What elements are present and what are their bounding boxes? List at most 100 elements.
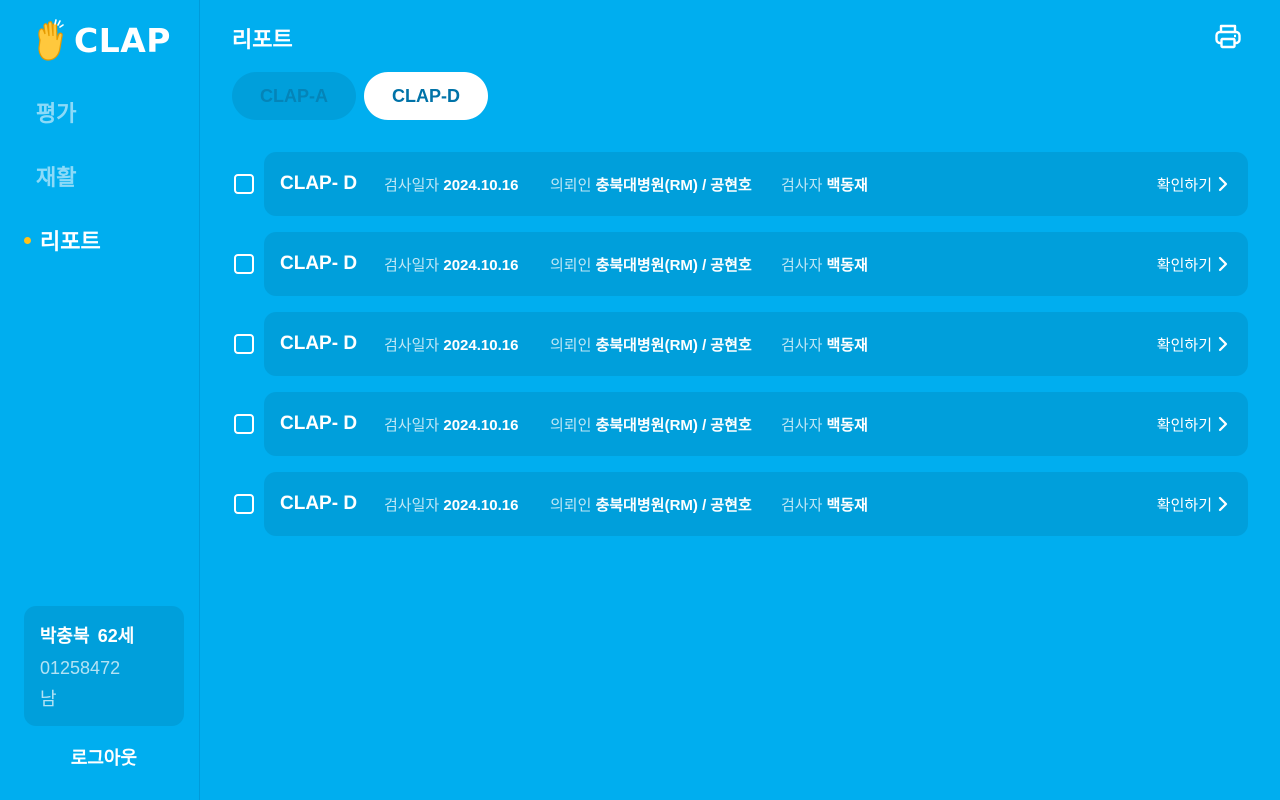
nav-item-evaluation[interactable]: 평가 xyxy=(36,96,76,128)
examiner-value: 백동재 xyxy=(826,336,868,354)
report-requester: 의뢰인 충북대병원(RM) / 공현호 xyxy=(550,174,781,195)
requester-label: 의뢰인 xyxy=(550,176,592,194)
requester-value: 충북대병원(RM) / 공현호 xyxy=(595,416,752,434)
report-date: 검사일자 2024.10.16 xyxy=(384,334,550,355)
report-row: CLAP- D 검사일자 2024.10.16 의뢰인 충북대병원(RM) / … xyxy=(232,152,1248,216)
confirm-link[interactable]: 확인하기 xyxy=(1157,232,1228,296)
confirm-link[interactable]: 확인하기 xyxy=(1157,312,1228,376)
requester-label: 의뢰인 xyxy=(550,496,592,514)
report-examiner: 검사자 백동재 xyxy=(781,334,901,355)
examiner-label: 검사자 xyxy=(781,256,823,274)
examiner-value: 백동재 xyxy=(826,416,868,434)
report-checkbox[interactable] xyxy=(234,254,254,274)
date-label: 검사일자 xyxy=(384,256,440,274)
date-value: 2024.10.16 xyxy=(443,176,519,194)
report-card[interactable]: CLAP- D 검사일자 2024.10.16 의뢰인 충북대병원(RM) / … xyxy=(264,472,1248,536)
confirm-label: 확인하기 xyxy=(1156,336,1212,354)
active-indicator-dot xyxy=(24,237,31,244)
examiner-value: 백동재 xyxy=(826,496,868,514)
requester-value: 충북대병원(RM) / 공현호 xyxy=(595,336,752,354)
app-logo[interactable]: CLAP xyxy=(32,18,171,62)
nav-label: 리포트 xyxy=(40,229,101,254)
date-value: 2024.10.16 xyxy=(443,496,519,514)
report-checkbox[interactable] xyxy=(234,174,254,194)
patient-sex: 남 xyxy=(40,689,57,709)
report-checkbox[interactable] xyxy=(234,494,254,514)
chevron-right-icon xyxy=(1218,496,1228,512)
requester-label: 의뢰인 xyxy=(550,256,592,274)
requester-label: 의뢰인 xyxy=(550,416,592,434)
date-label: 검사일자 xyxy=(384,336,440,354)
patient-id: 01258472 xyxy=(40,658,121,678)
nav-item-rehab[interactable]: 재활 xyxy=(36,160,76,192)
confirm-link[interactable]: 확인하기 xyxy=(1157,392,1228,456)
page-title: 리포트 xyxy=(232,27,293,52)
report-requester: 의뢰인 충북대병원(RM) / 공현호 xyxy=(550,494,781,515)
report-checkbox[interactable] xyxy=(234,334,254,354)
requester-value: 충북대병원(RM) / 공현호 xyxy=(595,496,752,514)
date-value: 2024.10.16 xyxy=(443,256,519,274)
confirm-label: 확인하기 xyxy=(1156,416,1212,434)
report-row: CLAP- D 검사일자 2024.10.16 의뢰인 충북대병원(RM) / … xyxy=(232,232,1248,296)
date-label: 검사일자 xyxy=(384,176,440,194)
requester-value: 충북대병원(RM) / 공현호 xyxy=(595,256,752,274)
patient-name-row: 박충북 62세 xyxy=(40,622,168,648)
examiner-label: 검사자 xyxy=(781,336,823,354)
app-name: CLAP xyxy=(74,20,171,60)
confirm-label: 확인하기 xyxy=(1156,496,1212,514)
report-card[interactable]: CLAP- D 검사일자 2024.10.16 의뢰인 충북대병원(RM) / … xyxy=(264,312,1248,376)
tab-clap-a[interactable]: CLAP-A xyxy=(232,72,356,120)
print-button[interactable] xyxy=(1210,18,1246,54)
patient-card: 박충북 62세 01258472 남 xyxy=(24,606,184,726)
report-name: CLAP- D xyxy=(280,333,358,354)
examiner-label: 검사자 xyxy=(781,176,823,194)
nav-item-report[interactable]: 리포트 xyxy=(24,224,101,256)
nav-label: 재활 xyxy=(36,165,77,190)
patient-name: 박충북 xyxy=(40,626,90,646)
date-label: 검사일자 xyxy=(384,496,440,514)
tab-clap-d[interactable]: CLAP-D xyxy=(364,72,488,120)
report-row: CLAP- D 검사일자 2024.10.16 의뢰인 충북대병원(RM) / … xyxy=(232,472,1248,536)
report-date: 검사일자 2024.10.16 xyxy=(384,254,550,275)
examiner-value: 백동재 xyxy=(826,256,868,274)
date-value: 2024.10.16 xyxy=(443,336,519,354)
report-card[interactable]: CLAP- D 검사일자 2024.10.16 의뢰인 충북대병원(RM) / … xyxy=(264,232,1248,296)
report-type-tabs: CLAP-A CLAP-D xyxy=(232,72,488,120)
printer-icon xyxy=(1215,24,1241,49)
examiner-label: 검사자 xyxy=(781,416,823,434)
report-examiner: 검사자 백동재 xyxy=(781,494,901,515)
chevron-right-icon xyxy=(1218,416,1228,432)
confirm-link[interactable]: 확인하기 xyxy=(1157,152,1228,216)
clapping-hand-icon xyxy=(38,19,64,61)
examiner-value: 백동재 xyxy=(826,176,868,194)
report-card[interactable]: CLAP- D 검사일자 2024.10.16 의뢰인 충북대병원(RM) / … xyxy=(264,392,1248,456)
report-list: CLAP- D 검사일자 2024.10.16 의뢰인 충북대병원(RM) / … xyxy=(232,152,1248,552)
report-row: CLAP- D 검사일자 2024.10.16 의뢰인 충북대병원(RM) / … xyxy=(232,312,1248,376)
report-row: CLAP- D 검사일자 2024.10.16 의뢰인 충북대병원(RM) / … xyxy=(232,392,1248,456)
report-examiner: 검사자 백동재 xyxy=(781,174,901,195)
report-card[interactable]: CLAP- D 검사일자 2024.10.16 의뢰인 충북대병원(RM) / … xyxy=(264,152,1248,216)
logout-button[interactable]: 로그아웃 xyxy=(0,744,208,770)
date-label: 검사일자 xyxy=(384,416,440,434)
report-name: CLAP- D xyxy=(280,173,358,194)
report-date: 검사일자 2024.10.16 xyxy=(384,414,550,435)
date-value: 2024.10.16 xyxy=(443,416,519,434)
chevron-right-icon xyxy=(1218,336,1228,352)
report-examiner: 검사자 백동재 xyxy=(781,414,901,435)
report-name: CLAP- D xyxy=(280,493,358,514)
patient-age: 62세 xyxy=(97,626,135,646)
examiner-label: 검사자 xyxy=(781,496,823,514)
confirm-label: 확인하기 xyxy=(1156,256,1212,274)
report-requester: 의뢰인 충북대병원(RM) / 공현호 xyxy=(550,414,781,435)
report-name: CLAP- D xyxy=(280,253,358,274)
report-checkbox[interactable] xyxy=(234,414,254,434)
report-requester: 의뢰인 충북대병원(RM) / 공현호 xyxy=(550,334,781,355)
chevron-right-icon xyxy=(1218,176,1228,192)
report-name: CLAP- D xyxy=(280,413,358,434)
requester-label: 의뢰인 xyxy=(550,336,592,354)
confirm-label: 확인하기 xyxy=(1156,176,1212,194)
report-examiner: 검사자 백동재 xyxy=(781,254,901,275)
report-date: 검사일자 2024.10.16 xyxy=(384,494,550,515)
sidebar: CLAP 평가 재활 리포트 박충북 62세 01258472 남 로그아웃 xyxy=(0,0,200,800)
confirm-link[interactable]: 확인하기 xyxy=(1157,472,1228,536)
